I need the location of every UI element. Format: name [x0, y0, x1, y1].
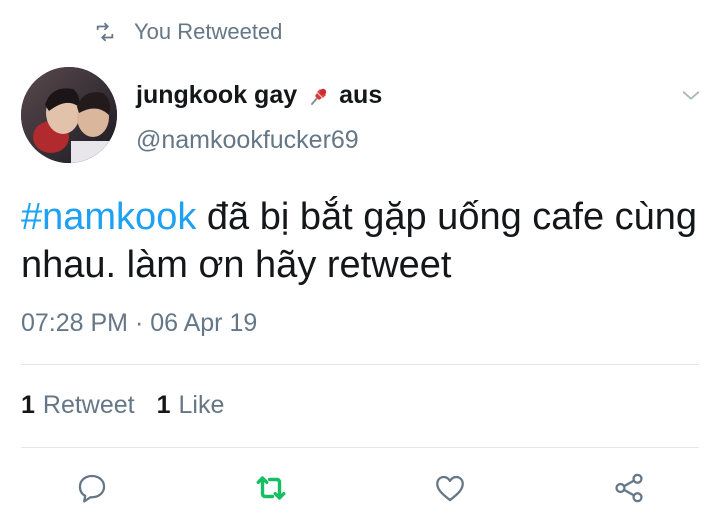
- retweets-label: Retweet: [42, 391, 135, 419]
- tweet-timestamp[interactable]: 07:28 PM · 06 Apr 19: [21, 309, 257, 338]
- pushpin-icon: [311, 88, 327, 105]
- likes-count: 1: [156, 391, 171, 419]
- tweet-stats: 1 Retweet 1 Like: [21, 391, 224, 420]
- share-icon: [615, 473, 643, 503]
- chevron-down-icon[interactable]: [680, 84, 702, 106]
- author-name-suffix[interactable]: aus: [339, 81, 382, 110]
- hashtag-link[interactable]: #namkook: [21, 196, 196, 238]
- like-button[interactable]: [432, 470, 468, 506]
- divider: [21, 364, 699, 365]
- divider: [21, 447, 699, 448]
- author-handle[interactable]: @namkookfucker69: [136, 126, 359, 155]
- author-name-row[interactable]: jungkook gay aus: [136, 81, 382, 110]
- retweet-context: You Retweeted: [94, 18, 282, 46]
- author-display-name[interactable]: jungkook gay: [136, 81, 297, 110]
- comment-icon: [78, 474, 106, 503]
- heart-icon: [436, 475, 464, 502]
- retweets-stat[interactable]: 1 Retweet: [21, 391, 135, 420]
- retweet-context-text: You Retweeted: [134, 19, 283, 44]
- retweet-button[interactable]: [253, 470, 289, 506]
- share-button[interactable]: [611, 470, 647, 506]
- reply-button[interactable]: [74, 470, 110, 506]
- retweet-icon: [256, 476, 286, 500]
- retweets-count: 1: [21, 391, 35, 419]
- likes-label: Like: [178, 391, 225, 419]
- tweet-text: #namkook đã bị bắt gặp uống cafe cùng nh…: [21, 193, 701, 289]
- likes-stat[interactable]: 1 Like: [157, 391, 225, 420]
- retweet-icon: [96, 22, 114, 42]
- avatar[interactable]: [21, 67, 117, 163]
- action-bar: [0, 462, 720, 510]
